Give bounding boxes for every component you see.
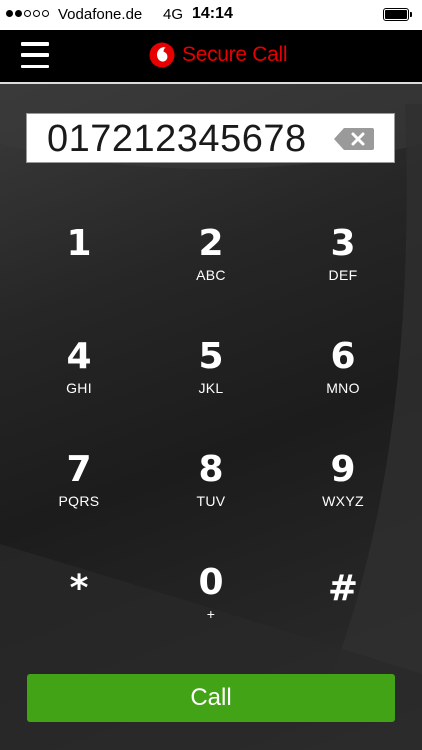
key-letters: DEF (328, 267, 358, 283)
key-7[interactable]: 7 PQRS (19, 448, 139, 538)
app-brand: Secure Call (149, 42, 288, 68)
call-button-label: Call (190, 684, 232, 711)
hamburger-menu-icon (21, 64, 49, 68)
key-digit: 8 (198, 449, 224, 490)
app-header: Secure Call (0, 30, 422, 82)
key-digit: 9 (330, 449, 356, 490)
key-hash[interactable]: # (283, 561, 403, 651)
key-digit: 5 (198, 336, 224, 377)
menu-button[interactable] (21, 42, 49, 68)
key-digit: * (69, 568, 89, 609)
key-1[interactable]: 1 (19, 222, 139, 312)
status-bar: Vodafone.de 4G 14:14 (0, 0, 422, 30)
signal-dot (24, 10, 31, 17)
dialer-area: 017212345678 1 2 ABC 3 DEF 4 GHI 5 JKL 6… (0, 84, 422, 750)
hamburger-menu-icon (21, 42, 49, 46)
key-letters: GHI (66, 380, 92, 396)
key-star[interactable]: * (19, 561, 139, 651)
battery-fill (385, 10, 407, 19)
signal-dot (42, 10, 49, 17)
call-button[interactable]: Call (27, 674, 395, 722)
backspace-icon (334, 128, 374, 150)
key-digit: 7 (66, 449, 92, 490)
hamburger-menu-icon (21, 53, 49, 57)
key-digit: 4 (66, 336, 92, 377)
key-letters: JKL (198, 380, 224, 396)
key-digit: 2 (198, 223, 224, 264)
signal-dot (6, 10, 13, 17)
key-digit: 3 (330, 223, 356, 264)
key-5[interactable]: 5 JKL (151, 335, 271, 425)
key-2[interactable]: 2 ABC (151, 222, 271, 312)
key-digit: # (327, 568, 359, 609)
key-0[interactable]: 0 + (151, 561, 271, 651)
key-6[interactable]: 6 MNO (283, 335, 403, 425)
number-display[interactable]: 017212345678 (26, 113, 395, 163)
app-title: Secure Call (182, 43, 288, 66)
key-letters: TUV (196, 493, 226, 509)
key-3[interactable]: 3 DEF (283, 222, 403, 312)
key-4[interactable]: 4 GHI (19, 335, 139, 425)
signal-dot (33, 10, 40, 17)
status-time: 14:14 (192, 5, 233, 22)
key-8[interactable]: 8 TUV (151, 448, 271, 538)
key-digit: 1 (66, 223, 92, 264)
key-letters: ABC (196, 267, 226, 283)
network-type: 4G (163, 6, 184, 23)
key-letters: WXYZ (322, 493, 364, 509)
carrier-name: Vodafone.de (58, 6, 143, 23)
key-9[interactable]: 9 WXYZ (283, 448, 403, 538)
battery-icon (383, 8, 409, 21)
key-letters: PQRS (58, 493, 100, 509)
key-letters: MNO (326, 380, 360, 396)
key-digit: 0 (198, 562, 224, 603)
backspace-button[interactable] (333, 127, 375, 156)
dialed-number: 017212345678 (47, 118, 307, 160)
key-digit: 6 (330, 336, 356, 377)
key-letters: + (206, 606, 216, 622)
signal-strength-icon (6, 10, 49, 17)
signal-dot (15, 10, 22, 17)
battery-tip (410, 12, 412, 17)
vodafone-logo-icon (149, 42, 175, 68)
